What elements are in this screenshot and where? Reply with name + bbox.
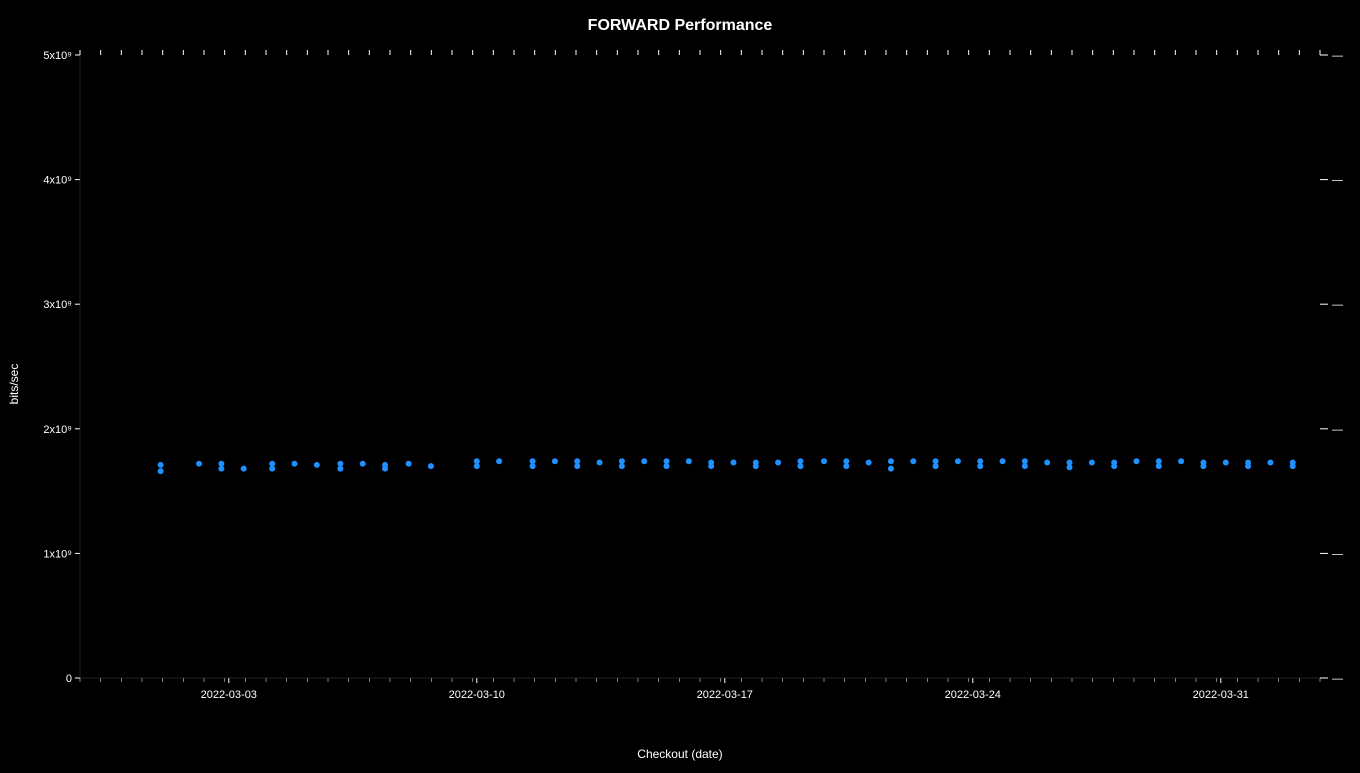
svg-text:—: — [1332,673,1343,685]
data-dot [888,466,894,472]
data-dot [686,458,692,464]
svg-text:—: — [1332,299,1343,311]
svg-text:2022-03-31: 2022-03-31 [1193,689,1249,701]
data-dot [269,466,275,472]
y-axis-label: bits/sec [7,364,21,405]
data-dot [597,459,603,465]
data-dot [1245,463,1251,469]
svg-text:5x10⁹: 5x10⁹ [43,50,72,62]
data-dot [664,463,670,469]
data-dot [382,466,388,472]
data-dot [1000,458,1006,464]
data-dot [218,466,224,472]
data-dot [158,462,164,468]
data-dot [910,458,916,464]
data-dot [158,468,164,474]
data-dot [314,462,320,468]
data-dot [797,463,803,469]
data-dot [619,463,625,469]
data-dot [292,461,298,467]
data-dot [888,458,894,464]
data-dot [730,459,736,465]
svg-text:—: — [1332,424,1343,436]
data-dot [1022,463,1028,469]
data-dot [933,463,939,469]
data-dot [1223,459,1229,465]
svg-text:2x10⁹: 2x10⁹ [43,424,72,436]
data-dot [708,463,714,469]
data-dot [530,463,536,469]
data-dot [1200,463,1206,469]
data-dot [1133,458,1139,464]
svg-text:1x10⁹: 1x10⁹ [43,548,72,560]
svg-text:2022-03-17: 2022-03-17 [697,689,753,701]
data-dot [428,463,434,469]
data-dot [496,458,502,464]
svg-text:—: — [1332,548,1343,560]
data-dot [955,458,961,464]
data-dot [1156,463,1162,469]
data-dot [866,459,872,465]
svg-text:3x10⁹: 3x10⁹ [43,299,72,311]
svg-text:—: — [1332,50,1343,62]
svg-text:—: — [1332,175,1343,187]
data-dot [1290,463,1296,469]
x-axis-label: Checkout (date) [637,747,722,761]
data-dot [1044,459,1050,465]
data-dot [360,461,366,467]
data-dot [843,463,849,469]
chart-svg: FORWARD Performance bits/sec Checkout (dat… [0,0,1360,768]
data-dot [552,458,558,464]
data-dot [406,461,412,467]
data-dot [1267,459,1273,465]
svg-text:2022-03-03: 2022-03-03 [201,689,257,701]
data-dot [474,463,480,469]
data-dot [1178,458,1184,464]
svg-text:2022-03-24: 2022-03-24 [945,689,1001,701]
svg-text:4x10⁹: 4x10⁹ [43,175,72,187]
data-dot [775,459,781,465]
data-dot [977,463,983,469]
data-dot [196,461,202,467]
data-dot [821,458,827,464]
data-dot [337,466,343,472]
chart-container: FORWARD Performance bits/sec Checkout (dat… [0,0,1360,768]
data-dot [574,463,580,469]
svg-text:0: 0 [66,673,72,685]
data-dot [1067,464,1073,470]
data-dot [641,458,647,464]
chart-title: FORWARD Performance [588,17,773,34]
svg-text:2022-03-10: 2022-03-10 [449,689,505,701]
data-dot [753,463,759,469]
data-dot [1111,463,1117,469]
data-dot [1089,459,1095,465]
data-dot [241,466,247,472]
